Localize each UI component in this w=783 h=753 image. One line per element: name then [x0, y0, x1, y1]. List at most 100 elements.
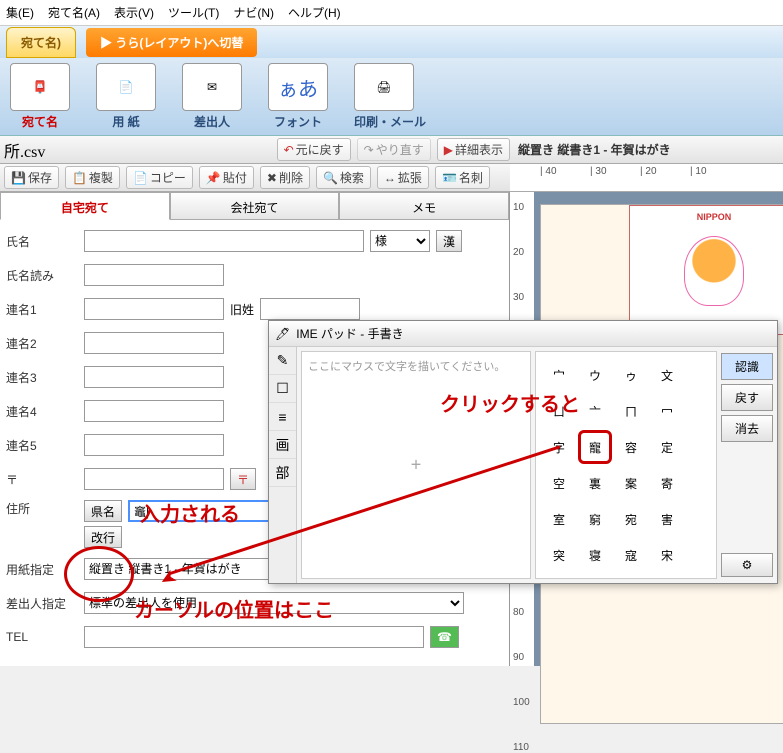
sender-select[interactable]: 標準の差出人を使用	[84, 592, 464, 614]
copy-button[interactable]: 📄コピー	[126, 166, 193, 189]
label-postal: 〒	[6, 471, 84, 488]
prefecture-button[interactable]: 県名	[84, 500, 122, 522]
ime-candidate[interactable]: 突	[542, 538, 576, 572]
label-joint5: 連名5	[6, 437, 84, 454]
joint1-input[interactable]	[84, 298, 224, 320]
tab-memo[interactable]: メモ	[339, 192, 509, 220]
tab-home-address[interactable]: 自宅宛て	[0, 192, 170, 220]
ime-candidate-highlighted[interactable]: 寵	[578, 430, 612, 464]
ime-clear-button[interactable]: 消去	[721, 415, 773, 442]
search-button[interactable]: 🔍検索	[316, 166, 371, 189]
ime-candidate[interactable]: 害	[650, 502, 684, 536]
menu-item[interactable]: ツール(T)	[168, 4, 219, 21]
newline-button[interactable]: 改行	[84, 526, 122, 548]
label-tel: TEL	[6, 630, 84, 644]
label-reading: 氏名読み	[6, 267, 84, 284]
address-input[interactable]	[128, 500, 278, 522]
ime-candidate[interactable]: 字	[542, 430, 576, 464]
horizontal-ruler: | 40 | 30 | 20 | 10	[510, 164, 783, 191]
menu-item[interactable]: 集(E)	[6, 4, 34, 21]
ime-candidate[interactable]: 案	[614, 466, 648, 500]
toolbar-print[interactable]: 🖨 印刷・メール	[354, 63, 426, 130]
ime-candidate[interactable]: 室	[542, 502, 576, 536]
ime-candidate[interactable]: 容	[614, 430, 648, 464]
ime-tool-radical[interactable]: 部	[269, 459, 296, 487]
ime-settings-button[interactable]: ⚙	[721, 553, 773, 577]
ime-candidate[interactable]: 宋	[650, 538, 684, 572]
joint3-input[interactable]	[84, 366, 224, 388]
font-icon: ぁあ	[268, 63, 328, 111]
ime-candidate[interactable]: 寝	[578, 538, 612, 572]
save-button[interactable]: 💾保存	[4, 166, 59, 189]
ime-candidate[interactable]: ㄇ	[614, 394, 648, 428]
old-surname-label: 旧姓	[230, 301, 254, 318]
ime-candidate[interactable]: ゥ	[614, 358, 648, 392]
ime-window-title: IME パッド - 手書き	[296, 325, 403, 342]
postal-input[interactable]	[84, 468, 224, 490]
ime-recognize-button[interactable]: 認識	[721, 353, 773, 380]
ime-candidate[interactable]: 冖	[650, 394, 684, 428]
tab-company-address[interactable]: 会社宛て	[170, 192, 340, 220]
ime-canvas-hint: ここにマウスで文字を描いてください。	[302, 352, 530, 380]
nengajo-stamp-icon	[684, 236, 744, 306]
ime-back-button[interactable]: 戻す	[721, 384, 773, 411]
ime-candidate[interactable]: 空	[542, 466, 576, 500]
label-name: 氏名	[6, 233, 84, 250]
ime-candidate[interactable]: 窮	[578, 502, 612, 536]
joint5-input[interactable]	[84, 434, 224, 456]
detail-view-button[interactable]: ▶詳細表示	[437, 138, 510, 161]
ime-candidate[interactable]: ウ	[578, 358, 612, 392]
redo-icon: ↷	[364, 143, 374, 157]
toolbar-sender[interactable]: ✉ 差出人	[182, 63, 242, 130]
ime-candidate[interactable]: 寄	[650, 466, 684, 500]
tel-dial-button[interactable]: ☎	[430, 626, 459, 648]
toolbar-font[interactable]: ぁあ フォント	[268, 63, 328, 130]
switch-layout-button[interactable]: ▶ うら(レイアウト)へ切替	[86, 28, 257, 57]
reading-input[interactable]	[84, 264, 224, 286]
ime-candidate[interactable]: 寇	[614, 538, 648, 572]
toolbar-atename[interactable]: 📮 宛て名	[10, 63, 70, 130]
expand-button[interactable]: ↔拡張	[377, 166, 429, 189]
card-button[interactable]: 🪪名刺	[435, 166, 490, 189]
redo-button[interactable]: ↷やり直す	[357, 138, 431, 161]
menu-item[interactable]: ヘルプ(H)	[288, 4, 341, 21]
ime-tool-box[interactable]: ☐	[269, 375, 296, 403]
ime-candidate[interactable]: 宀	[542, 358, 576, 392]
ime-candidate[interactable]: 亠	[578, 394, 612, 428]
label-paper-spec: 用紙指定	[6, 561, 84, 578]
honorific-select[interactable]: 様	[370, 230, 430, 252]
old-surname-input[interactable]	[260, 298, 360, 320]
ime-candidate[interactable]: 定	[650, 430, 684, 464]
ime-candidate[interactable]: 宛	[614, 502, 648, 536]
ime-pad-window[interactable]: 🖊 IME パッド - 手書き ✎ ☐ ≡ 画 部 ここにマウスで文字を描いてく…	[268, 320, 778, 584]
kanji-button[interactable]: 漢	[436, 230, 462, 252]
duplicate-button[interactable]: 📋複製	[65, 166, 120, 189]
ime-candidate[interactable]: ㄩ	[542, 394, 576, 428]
label-address: 住所	[6, 500, 84, 517]
menu-item[interactable]: 宛て名(A)	[48, 4, 100, 21]
tel-input[interactable]	[84, 626, 424, 648]
ime-candidate[interactable]: 裏	[578, 466, 612, 500]
label-joint1: 連名1	[6, 301, 84, 318]
name-input[interactable]	[84, 230, 364, 252]
joint4-input[interactable]	[84, 400, 224, 422]
sender-icon: ✉	[182, 63, 242, 111]
menu-item[interactable]: 表示(V)	[114, 4, 154, 21]
ime-tool-stroke[interactable]: 画	[269, 431, 296, 459]
tab-atename[interactable]: 宛て名)	[6, 27, 76, 58]
toolbar-paper[interactable]: 📄 用 紙	[96, 63, 156, 130]
joint2-input[interactable]	[84, 332, 224, 354]
menu-item[interactable]: ナビ(N)	[233, 4, 274, 21]
stamp-area: NIPPON	[629, 205, 783, 335]
ime-tool-list[interactable]: ≡	[269, 403, 296, 431]
ime-candidate[interactable]: 文	[650, 358, 684, 392]
ime-drawing-canvas[interactable]: ここにマウスで文字を描いてください。 +	[301, 351, 531, 579]
crosshair-icon: +	[411, 455, 422, 476]
undo-button[interactable]: ↶元に戻す	[277, 138, 351, 161]
postal-lookup-button[interactable]: 〒	[230, 468, 256, 490]
delete-button[interactable]: ✖削除	[260, 166, 310, 189]
preview-title: 縦置き 縦書き1 - 年賀はがき	[510, 141, 783, 158]
paste-button[interactable]: 📌貼付	[199, 166, 254, 189]
ime-tool-pen[interactable]: ✎	[269, 347, 296, 375]
label-joint3: 連名3	[6, 369, 84, 386]
